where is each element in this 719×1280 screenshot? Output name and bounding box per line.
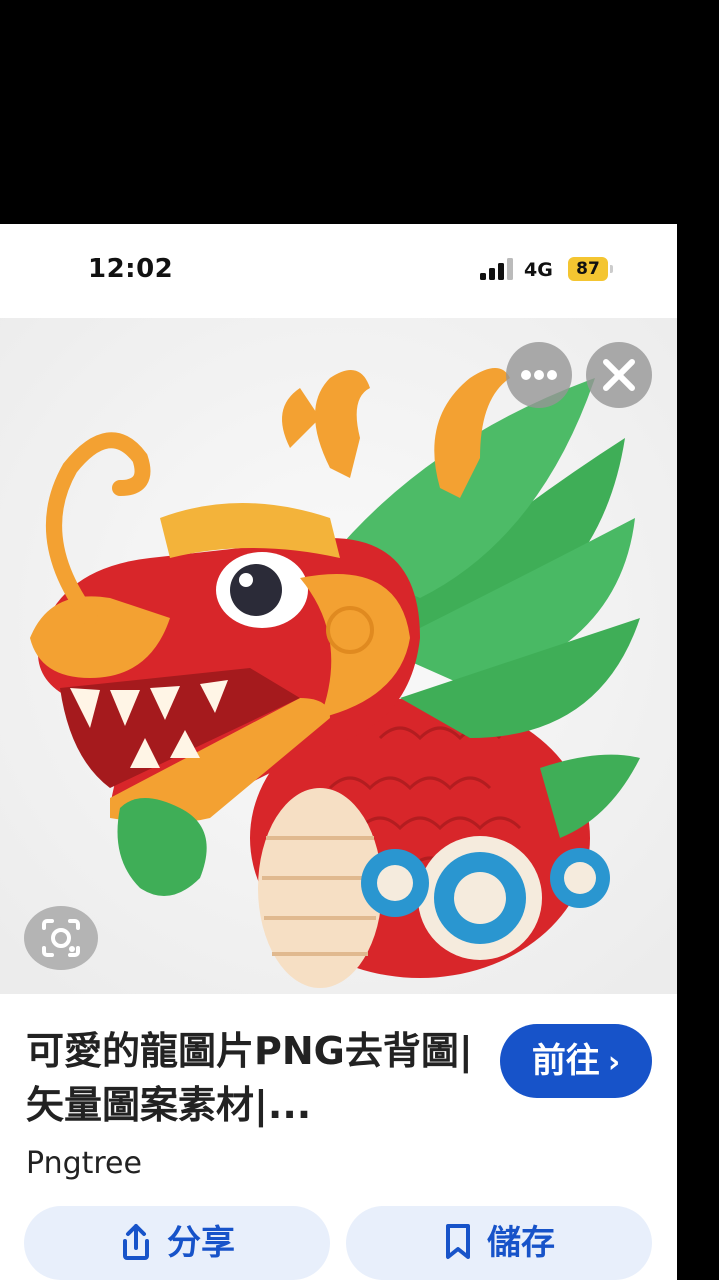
visual-search-button[interactable] (24, 906, 98, 970)
image-preview[interactable] (0, 318, 677, 994)
chevron-right-icon: › (607, 1045, 621, 1080)
save-button[interactable]: 儲存 (346, 1206, 652, 1280)
battery-level: 87 (568, 257, 608, 281)
result-source[interactable]: Pngtree (26, 1146, 142, 1181)
bookmark-icon (446, 1223, 470, 1259)
share-button[interactable]: 分享 (24, 1206, 330, 1280)
dragon-image (0, 318, 677, 994)
result-title[interactable]: 可愛的龍圖片PNG去背圖| 矢量圖案素材|... (26, 1024, 476, 1132)
share-icon (123, 1223, 149, 1260)
more-options-button[interactable] (506, 342, 572, 408)
close-button[interactable] (586, 342, 652, 408)
phone-screen: 12:02 4G 87 可愛的龍圖片PNG去背圖| 矢量圖案素材|... Png… (0, 224, 677, 1280)
status-time: 12:02 (88, 254, 174, 284)
share-label: 分享 (167, 1223, 235, 1263)
more-horizontal-icon (521, 370, 557, 380)
visit-button[interactable]: 前往 › (500, 1024, 652, 1098)
close-icon (603, 359, 635, 391)
network-type: 4G (524, 259, 553, 281)
signal-icon (480, 258, 513, 280)
result-info: 可愛的龍圖片PNG去背圖| 矢量圖案素材|... Pngtree 前往 › 分享 … (0, 994, 677, 1280)
battery-icon: 87 (568, 257, 614, 281)
visit-label: 前往 (531, 1041, 600, 1081)
save-label: 儲存 (487, 1223, 555, 1263)
status-bar: 12:02 4G 87 (0, 224, 677, 318)
visual-search-icon (42, 919, 80, 957)
